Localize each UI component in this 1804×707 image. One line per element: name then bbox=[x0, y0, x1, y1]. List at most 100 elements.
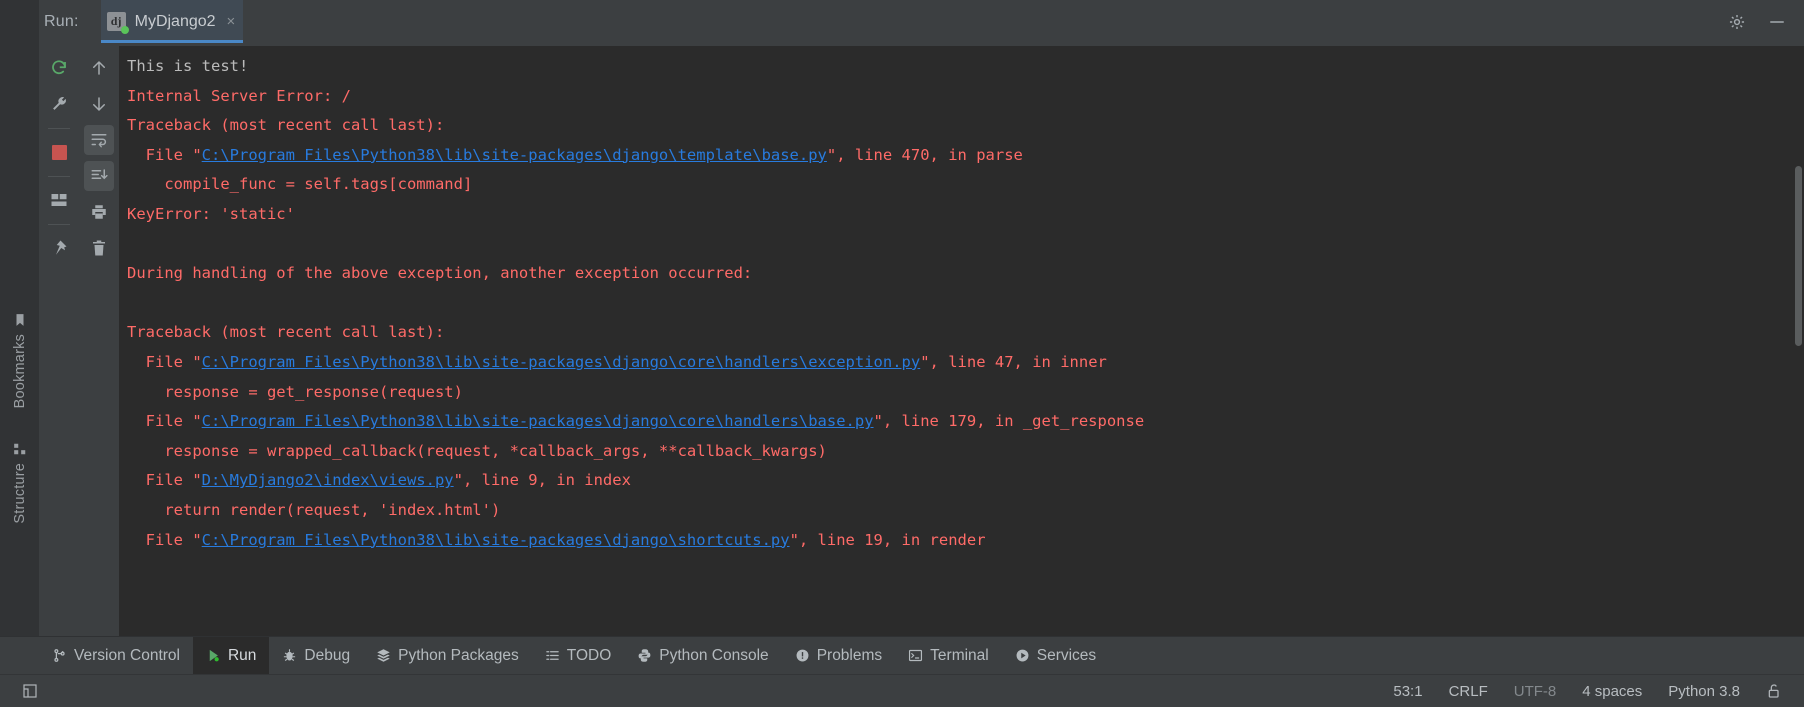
console-file-link[interactable]: C:\Program Files\Python38\lib\site-packa… bbox=[202, 146, 827, 164]
bottom-tab-label: Python Console bbox=[659, 646, 769, 664]
left-tool-stripe: Bookmarks Structure bbox=[0, 43, 39, 636]
bottom-tab-services[interactable]: Services bbox=[1002, 637, 1109, 674]
console-file-link[interactable]: C:\Program Files\Python38\lib\site-packa… bbox=[202, 531, 790, 549]
console-text: File " bbox=[127, 471, 202, 490]
console-text: ", line 47, in inner bbox=[920, 352, 1107, 371]
console-text: KeyError: 'static' bbox=[127, 204, 295, 223]
gear-icon[interactable] bbox=[1728, 13, 1746, 31]
run-tab-mydjango2[interactable]: dj MyDjango2 × bbox=[100, 0, 244, 43]
django-icon: dj bbox=[106, 12, 129, 34]
run-toolbar-secondary bbox=[79, 43, 119, 636]
print-icon[interactable] bbox=[84, 197, 114, 227]
console-text: ", line 179, in _get_response bbox=[873, 412, 1145, 431]
caret-position[interactable]: 53:1 bbox=[1393, 683, 1422, 700]
stripe-item-structure[interactable]: Structure bbox=[12, 442, 28, 524]
pin-tab-button[interactable] bbox=[44, 233, 74, 263]
bottom-tab-label: TODO bbox=[566, 646, 612, 664]
bottom-tab-debug[interactable]: Debug bbox=[269, 637, 363, 674]
todo-list-icon bbox=[545, 648, 560, 663]
console-line: Traceback (most recent call last): bbox=[127, 318, 1804, 348]
console-text: Traceback (most recent call last): bbox=[127, 323, 445, 342]
stripe-item-label: Structure bbox=[11, 463, 28, 524]
toolbar-separator bbox=[48, 176, 70, 177]
console-line: This is test! bbox=[127, 52, 1804, 82]
minimize-icon[interactable] bbox=[1768, 13, 1786, 31]
scroll-to-end-icon[interactable] bbox=[84, 161, 114, 191]
trash-icon[interactable] bbox=[84, 233, 114, 263]
console-text: compile_func = self.tags[command] bbox=[127, 175, 473, 194]
bottom-tab-label: Terminal bbox=[930, 646, 989, 664]
bottom-tool-window-bar: Version Control Run Debug Python Packages TO… bbox=[0, 636, 1804, 674]
bottom-tab-terminal[interactable]: Terminal bbox=[895, 637, 1002, 674]
console-file-link[interactable]: D:\MyDjango2\index\views.py bbox=[202, 471, 454, 489]
main-area: Bookmarks Structure This is test! Intern… bbox=[0, 43, 1804, 636]
bottom-tab-problems[interactable]: Problems bbox=[782, 637, 895, 674]
console-line: During handling of the above exception, … bbox=[127, 259, 1804, 289]
running-indicator-dot bbox=[120, 26, 129, 34]
stripe-item-bookmarks[interactable]: Bookmarks bbox=[12, 313, 28, 408]
console-text: File " bbox=[127, 412, 202, 431]
console-wrapper: This is test! Internal Server Error: / Tra… bbox=[119, 43, 1804, 636]
console-line: File "D:\MyDjango2\index\views.py", line… bbox=[127, 466, 1804, 496]
console-line: Traceback (most recent call last): bbox=[127, 111, 1804, 141]
bookmark-icon bbox=[13, 313, 27, 327]
console-lines: This is test! Internal Server Error: / Tra… bbox=[119, 52, 1804, 555]
stripe-item-label: Bookmarks bbox=[11, 334, 28, 409]
console-text: ", line 19, in render bbox=[789, 530, 986, 549]
run-tab-label: MyDjango2 bbox=[134, 12, 216, 30]
console-text: File " bbox=[127, 352, 202, 371]
console-line: response = get_response(request) bbox=[127, 378, 1804, 408]
bottom-tab-run[interactable]: Run bbox=[192, 637, 270, 674]
bottom-tab-python-packages[interactable]: Python Packages bbox=[363, 637, 532, 674]
line-separator[interactable]: CRLF bbox=[1449, 683, 1488, 700]
bottom-tab-label: Services bbox=[1036, 646, 1097, 664]
console-line: response = wrapped_callback(request, *ca… bbox=[127, 437, 1804, 467]
status-bar: 53:1 CRLF UTF-8 4 spaces Python 3.8 bbox=[0, 674, 1804, 707]
console-line: File "C:\Program Files\Python38\lib\site… bbox=[127, 407, 1804, 437]
file-encoding[interactable]: UTF-8 bbox=[1514, 683, 1557, 700]
indent-setting[interactable]: 4 spaces bbox=[1582, 683, 1642, 700]
console-line: File "C:\Program Files\Python38\lib\site… bbox=[127, 526, 1804, 556]
status-bar-right: 53:1 CRLF UTF-8 4 spaces Python 3.8 bbox=[1393, 683, 1804, 700]
toolbar-separator bbox=[48, 128, 70, 129]
soft-wrap-icon[interactable] bbox=[84, 125, 114, 155]
close-icon[interactable]: × bbox=[227, 14, 236, 29]
arrow-up-icon[interactable] bbox=[84, 53, 114, 83]
python-interpreter[interactable]: Python 3.8 bbox=[1668, 683, 1740, 700]
toolbar-separator bbox=[48, 224, 70, 225]
console-line: Internal Server Error: / bbox=[127, 82, 1804, 112]
bottom-tab-label: Run bbox=[227, 646, 257, 664]
rerun-button[interactable] bbox=[44, 53, 74, 83]
bottom-tab-todo[interactable]: TODO bbox=[532, 637, 625, 674]
bottom-tab-version-control[interactable]: Version Control bbox=[39, 637, 193, 674]
window-actions bbox=[1728, 13, 1804, 31]
unlocked-icon[interactable] bbox=[1766, 683, 1782, 699]
console-line: KeyError: 'static' bbox=[127, 200, 1804, 230]
console-text: Traceback (most recent call last): bbox=[127, 116, 445, 135]
project-window-icon[interactable] bbox=[22, 683, 38, 699]
console-text: return render(request, 'index.html') bbox=[127, 500, 501, 519]
bottom-tab-python-console[interactable]: Python Console bbox=[624, 637, 781, 674]
console-text: ", line 9, in index bbox=[453, 471, 631, 490]
arrow-down-icon[interactable] bbox=[84, 89, 114, 119]
run-console-output[interactable]: This is test! Internal Server Error: / Tra… bbox=[119, 46, 1804, 636]
structure-icon bbox=[13, 442, 27, 456]
console-vertical-scrollbar[interactable] bbox=[1795, 166, 1802, 346]
console-text: File " bbox=[127, 530, 202, 549]
console-file-link[interactable]: C:\Program Files\Python38\lib\site-packa… bbox=[202, 353, 921, 371]
console-text: response = get_response(request) bbox=[127, 382, 463, 401]
console-line: File "C:\Program Files\Python38\lib\site… bbox=[127, 141, 1804, 171]
console-text: During handling of the above exception, … bbox=[127, 264, 753, 283]
python-icon bbox=[637, 648, 652, 663]
layout-button[interactable] bbox=[44, 185, 74, 215]
wrench-icon[interactable] bbox=[44, 89, 74, 119]
packages-icon bbox=[376, 648, 391, 663]
problems-icon bbox=[795, 648, 810, 663]
console-text: This is test! bbox=[127, 57, 249, 75]
run-toolbar-primary bbox=[39, 43, 79, 636]
console-file-link[interactable]: C:\Program Files\Python38\lib\site-packa… bbox=[202, 412, 874, 430]
stop-button[interactable] bbox=[44, 137, 74, 167]
pycharm-window: Run: dj MyDjango2 × Bookmarks Structure … bbox=[0, 0, 1804, 707]
